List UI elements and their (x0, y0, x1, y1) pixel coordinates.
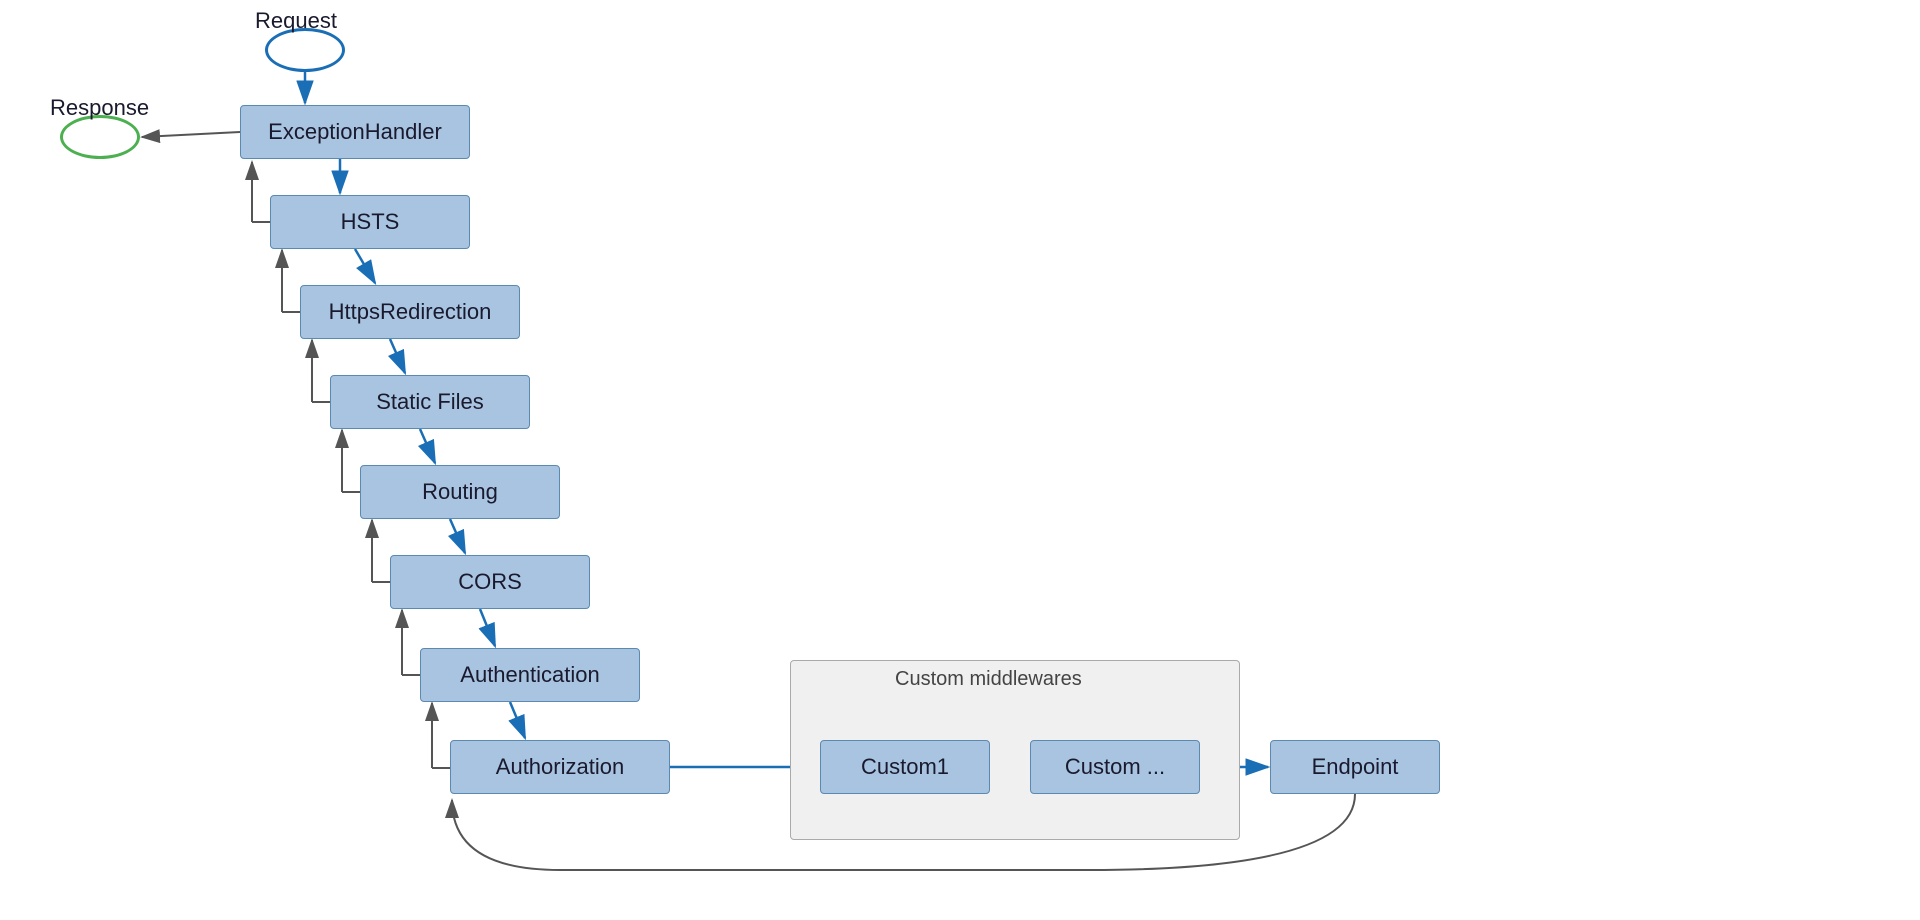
request-label: Request (255, 8, 337, 34)
authentication-box: Authentication (420, 648, 640, 702)
routing-box: Routing (360, 465, 560, 519)
custom-middlewares-label: Custom middlewares (895, 668, 1082, 691)
diagram-container: Request Response ExceptionHandler HSTS H… (0, 0, 1920, 920)
endpoint-box: Endpoint (1270, 740, 1440, 794)
static-files-box: Static Files (330, 375, 530, 429)
response-label: Response (50, 95, 149, 121)
exception-handler-box: ExceptionHandler (240, 105, 470, 159)
custom1-box: Custom1 (820, 740, 990, 794)
hsts-box: HSTS (270, 195, 470, 249)
response-oval (60, 115, 140, 159)
custom-n-box: Custom ... (1030, 740, 1200, 794)
authorization-box: Authorization (450, 740, 670, 794)
https-redirection-box: HttpsRedirection (300, 285, 520, 339)
cors-box: CORS (390, 555, 590, 609)
request-oval (265, 28, 345, 72)
